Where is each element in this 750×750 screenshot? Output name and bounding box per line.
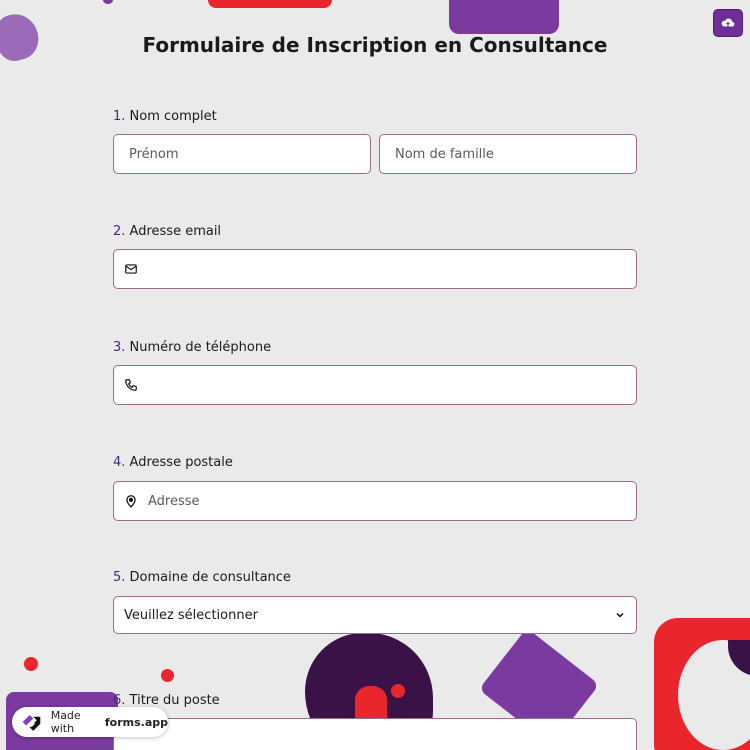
address-input[interactable] xyxy=(148,493,636,509)
phone-field[interactable] xyxy=(113,365,637,405)
upload-button[interactable] xyxy=(713,9,743,37)
question-label-full-name: 1. Nom complet xyxy=(113,109,217,124)
decor-red-top xyxy=(208,0,332,8)
decor-purple-top xyxy=(449,0,559,34)
mail-icon xyxy=(125,264,137,274)
address-field[interactable] xyxy=(113,481,637,521)
email-input[interactable] xyxy=(148,261,636,277)
question-label-email: 2. Adresse email xyxy=(113,224,222,239)
phone-icon xyxy=(125,379,137,391)
made-with-badge[interactable]: Made with forms.app xyxy=(12,707,168,737)
chevron-down-icon xyxy=(616,612,624,618)
email-field[interactable] xyxy=(113,249,637,289)
question-label-address: 4. Adresse postale xyxy=(113,455,233,470)
badge-brand: forms.app xyxy=(104,715,168,729)
first-name-field[interactable] xyxy=(113,134,371,174)
decor-purple-dot-top xyxy=(103,0,113,4)
question-label-job-title: 6. Titre du poste xyxy=(113,693,220,708)
decor-red-dot-2 xyxy=(24,657,38,671)
phone-input[interactable] xyxy=(148,377,636,393)
cloud-upload-icon xyxy=(721,18,735,27)
badge-prefix: Made with xyxy=(50,709,81,735)
job-title-input[interactable] xyxy=(126,733,636,748)
domain-select-value: Veuillez sélectionner xyxy=(124,607,258,623)
last-name-field[interactable] xyxy=(379,134,637,174)
page-title: Formulaire de Inscription en Consultance xyxy=(142,33,608,57)
forms-app-logo-icon xyxy=(22,714,41,731)
first-name-input[interactable] xyxy=(129,146,370,162)
job-title-field[interactable] xyxy=(113,718,637,750)
decor-red-dot-1 xyxy=(391,684,405,698)
location-pin-icon xyxy=(126,495,136,508)
last-name-input[interactable] xyxy=(395,146,636,162)
question-label-phone: 3. Numéro de téléphone xyxy=(113,340,272,355)
domain-select[interactable]: Veuillez sélectionner xyxy=(113,596,637,634)
decor-red-dot-3 xyxy=(161,669,174,682)
question-label-domain: 5. Domaine de consultance xyxy=(113,570,291,585)
